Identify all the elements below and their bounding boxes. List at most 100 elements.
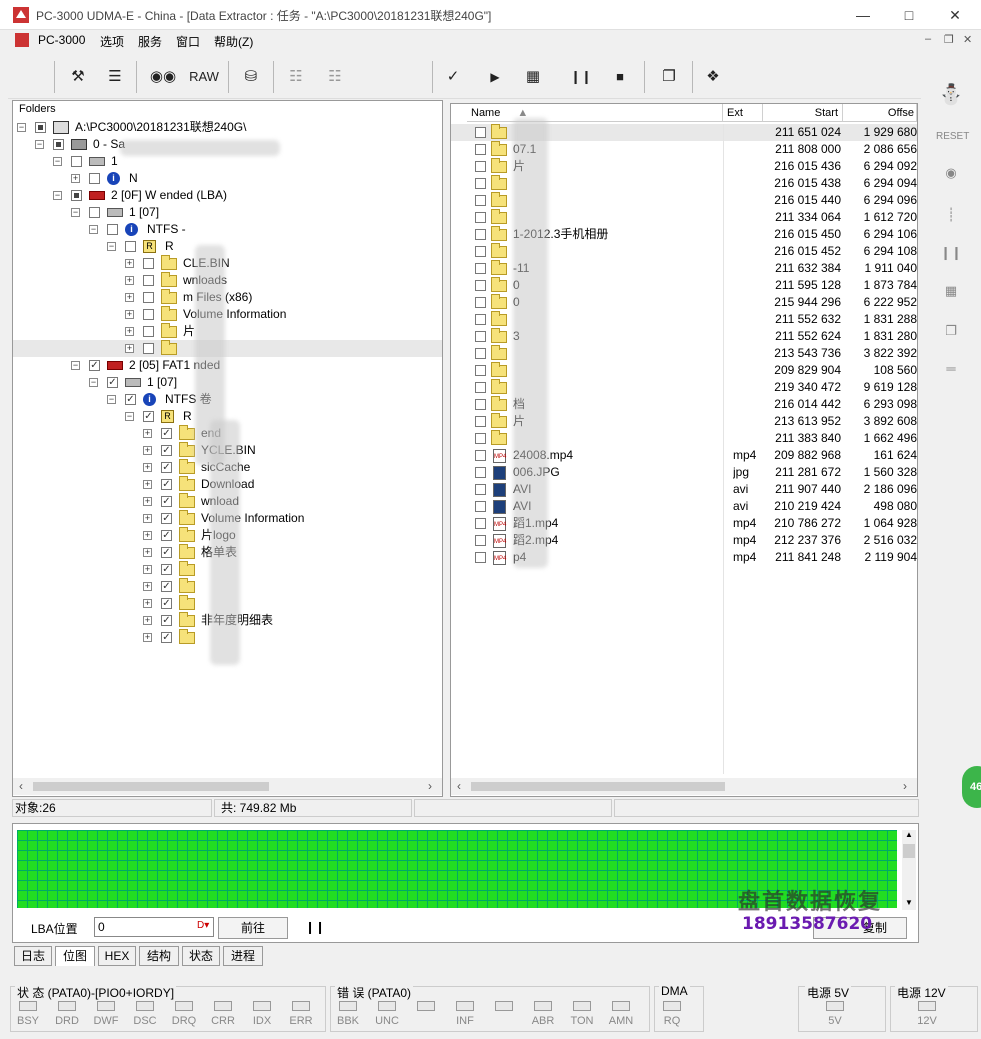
- disk-export-icon[interactable]: ⛁: [236, 63, 266, 91]
- menu-service[interactable]: 服务: [138, 33, 162, 50]
- tree-checkbox[interactable]: [143, 343, 154, 354]
- tree-node[interactable]: + 片: [13, 323, 442, 340]
- file-checkbox[interactable]: [475, 144, 486, 155]
- menu-pc3000[interactable]: PC-3000: [38, 33, 85, 47]
- file-checkbox[interactable]: [475, 382, 486, 393]
- chip-icon[interactable]: ▦: [936, 278, 966, 304]
- tree-checkbox[interactable]: [35, 122, 46, 133]
- tree-checkbox[interactable]: ✓: [161, 547, 172, 558]
- tree-node[interactable]: − ✓ i NTFS 卷: [13, 391, 442, 408]
- column-name[interactable]: Name ▲: [467, 104, 723, 122]
- expand-icon[interactable]: +: [143, 633, 152, 642]
- connector-icon[interactable]: ═: [936, 356, 966, 382]
- tree-checkbox[interactable]: [53, 139, 64, 150]
- tree-node[interactable]: + Volume Information: [13, 306, 442, 323]
- minimize-icon[interactable]: —: [840, 0, 886, 30]
- tree-checkbox[interactable]: ✓: [143, 411, 154, 422]
- tree-checkbox[interactable]: ✓: [89, 360, 100, 371]
- tree-checkbox[interactable]: ✓: [161, 445, 172, 456]
- file-checkbox[interactable]: [475, 518, 486, 529]
- expand-icon[interactable]: +: [71, 174, 80, 183]
- collapse-icon[interactable]: −: [35, 140, 44, 149]
- menu-window[interactable]: 窗口: [176, 33, 200, 50]
- tools-icon[interactable]: ⚒: [63, 63, 93, 91]
- tree-node[interactable]: − R R: [13, 238, 442, 255]
- expand-icon[interactable]: +: [143, 480, 152, 489]
- expand-icon[interactable]: +: [143, 582, 152, 591]
- expand-icon[interactable]: +: [143, 616, 152, 625]
- scroll-left-icon[interactable]: ‹: [19, 779, 23, 793]
- collapse-icon[interactable]: −: [53, 157, 62, 166]
- tree-link-icon[interactable]: ☷: [320, 63, 350, 91]
- scroll-thumb[interactable]: [903, 844, 915, 858]
- tree-checkbox[interactable]: [143, 258, 154, 269]
- file-checkbox[interactable]: [475, 416, 486, 427]
- tree-node[interactable]: − 2 [0F] W ended (LBA): [13, 187, 442, 204]
- file-checkbox[interactable]: [475, 552, 486, 563]
- expand-icon[interactable]: +: [143, 497, 152, 506]
- side-pause-icon[interactable]: ❙❙: [936, 240, 966, 266]
- folders-horizontal-scrollbar[interactable]: ‹ ›: [13, 778, 442, 795]
- tree-node[interactable]: + i N: [13, 170, 442, 187]
- scroll-down-icon[interactable]: ▼: [905, 898, 913, 907]
- power-icon[interactable]: ◉: [936, 160, 966, 186]
- scroll-right-icon[interactable]: ›: [428, 779, 432, 793]
- tree-checkbox[interactable]: ✓: [161, 496, 172, 507]
- collapse-icon[interactable]: −: [107, 242, 116, 251]
- mdi-restore-icon[interactable]: ❐: [944, 33, 954, 46]
- menu-options[interactable]: 选项: [100, 33, 124, 50]
- tree-node[interactable]: +CLE.BIN: [13, 255, 442, 272]
- tree-checkbox[interactable]: ✓: [161, 513, 172, 524]
- collapse-icon[interactable]: −: [107, 395, 116, 404]
- file-checkbox[interactable]: [475, 195, 486, 206]
- expand-icon[interactable]: +: [143, 565, 152, 574]
- file-checkbox[interactable]: [475, 280, 486, 291]
- tree-checkbox[interactable]: [107, 224, 118, 235]
- column-start[interactable]: Start: [763, 104, 843, 122]
- file-checkbox[interactable]: [475, 433, 486, 444]
- tab-status[interactable]: 状态: [182, 946, 220, 966]
- tree-checkbox[interactable]: ✓: [125, 394, 136, 405]
- tree-structure-icon[interactable]: ☷: [281, 63, 311, 91]
- tree-checkbox[interactable]: [125, 241, 136, 252]
- scroll-right-icon[interactable]: ›: [903, 779, 907, 793]
- tree-checkbox[interactable]: ✓: [161, 581, 172, 592]
- file-checkbox[interactable]: [475, 365, 486, 376]
- tree-checkbox[interactable]: [71, 156, 82, 167]
- collapse-icon[interactable]: −: [89, 378, 98, 387]
- column-offset[interactable]: Offse: [843, 104, 917, 122]
- tree-node[interactable]: +: [13, 340, 442, 357]
- lba-spin-icon[interactable]: D▾: [197, 920, 209, 931]
- network-icon[interactable]: ▦: [518, 63, 548, 91]
- tree-checkbox[interactable]: [89, 173, 100, 184]
- file-checkbox[interactable]: [475, 501, 486, 512]
- expand-icon[interactable]: +: [125, 310, 134, 319]
- file-checkbox[interactable]: [475, 161, 486, 172]
- tree-node[interactable]: − A:\PC3000\20181231联想240G\: [13, 119, 442, 136]
- lba-input[interactable]: 0 D▾: [94, 917, 214, 937]
- collapse-icon[interactable]: −: [125, 412, 134, 421]
- binoculars-icon[interactable]: ◉◉: [148, 63, 178, 91]
- maximize-icon[interactable]: □: [886, 0, 932, 30]
- reset-icon[interactable]: RESET: [936, 124, 969, 150]
- tree-checkbox[interactable]: ✓: [161, 428, 172, 439]
- file-checkbox[interactable]: [475, 399, 486, 410]
- expand-icon[interactable]: +: [143, 514, 152, 523]
- mdi-minimize-icon[interactable]: –: [925, 33, 931, 45]
- tab-log[interactable]: 日志: [14, 946, 52, 966]
- tab-bitmap[interactable]: 位图: [55, 946, 95, 966]
- expand-icon[interactable]: +: [125, 344, 134, 353]
- expand-icon[interactable]: +: [143, 531, 152, 540]
- collapse-icon[interactable]: −: [71, 208, 80, 217]
- file-checkbox[interactable]: [475, 246, 486, 257]
- tree-checkbox[interactable]: ✓: [161, 564, 172, 575]
- database-green-icon[interactable]: ⛄: [936, 82, 966, 108]
- tree-node[interactable]: − 1 [07]: [13, 204, 442, 221]
- stop-icon[interactable]: ■: [605, 63, 635, 91]
- tree-checkbox[interactable]: ✓: [161, 530, 172, 541]
- tree-checkbox[interactable]: ✓: [161, 598, 172, 609]
- scroll-up-icon[interactable]: ▲: [905, 830, 913, 839]
- tree-node[interactable]: − ✓ 2 [05] FAT1 nded: [13, 357, 442, 374]
- tab-hex[interactable]: HEX: [98, 946, 136, 966]
- tree-checkbox[interactable]: [143, 275, 154, 286]
